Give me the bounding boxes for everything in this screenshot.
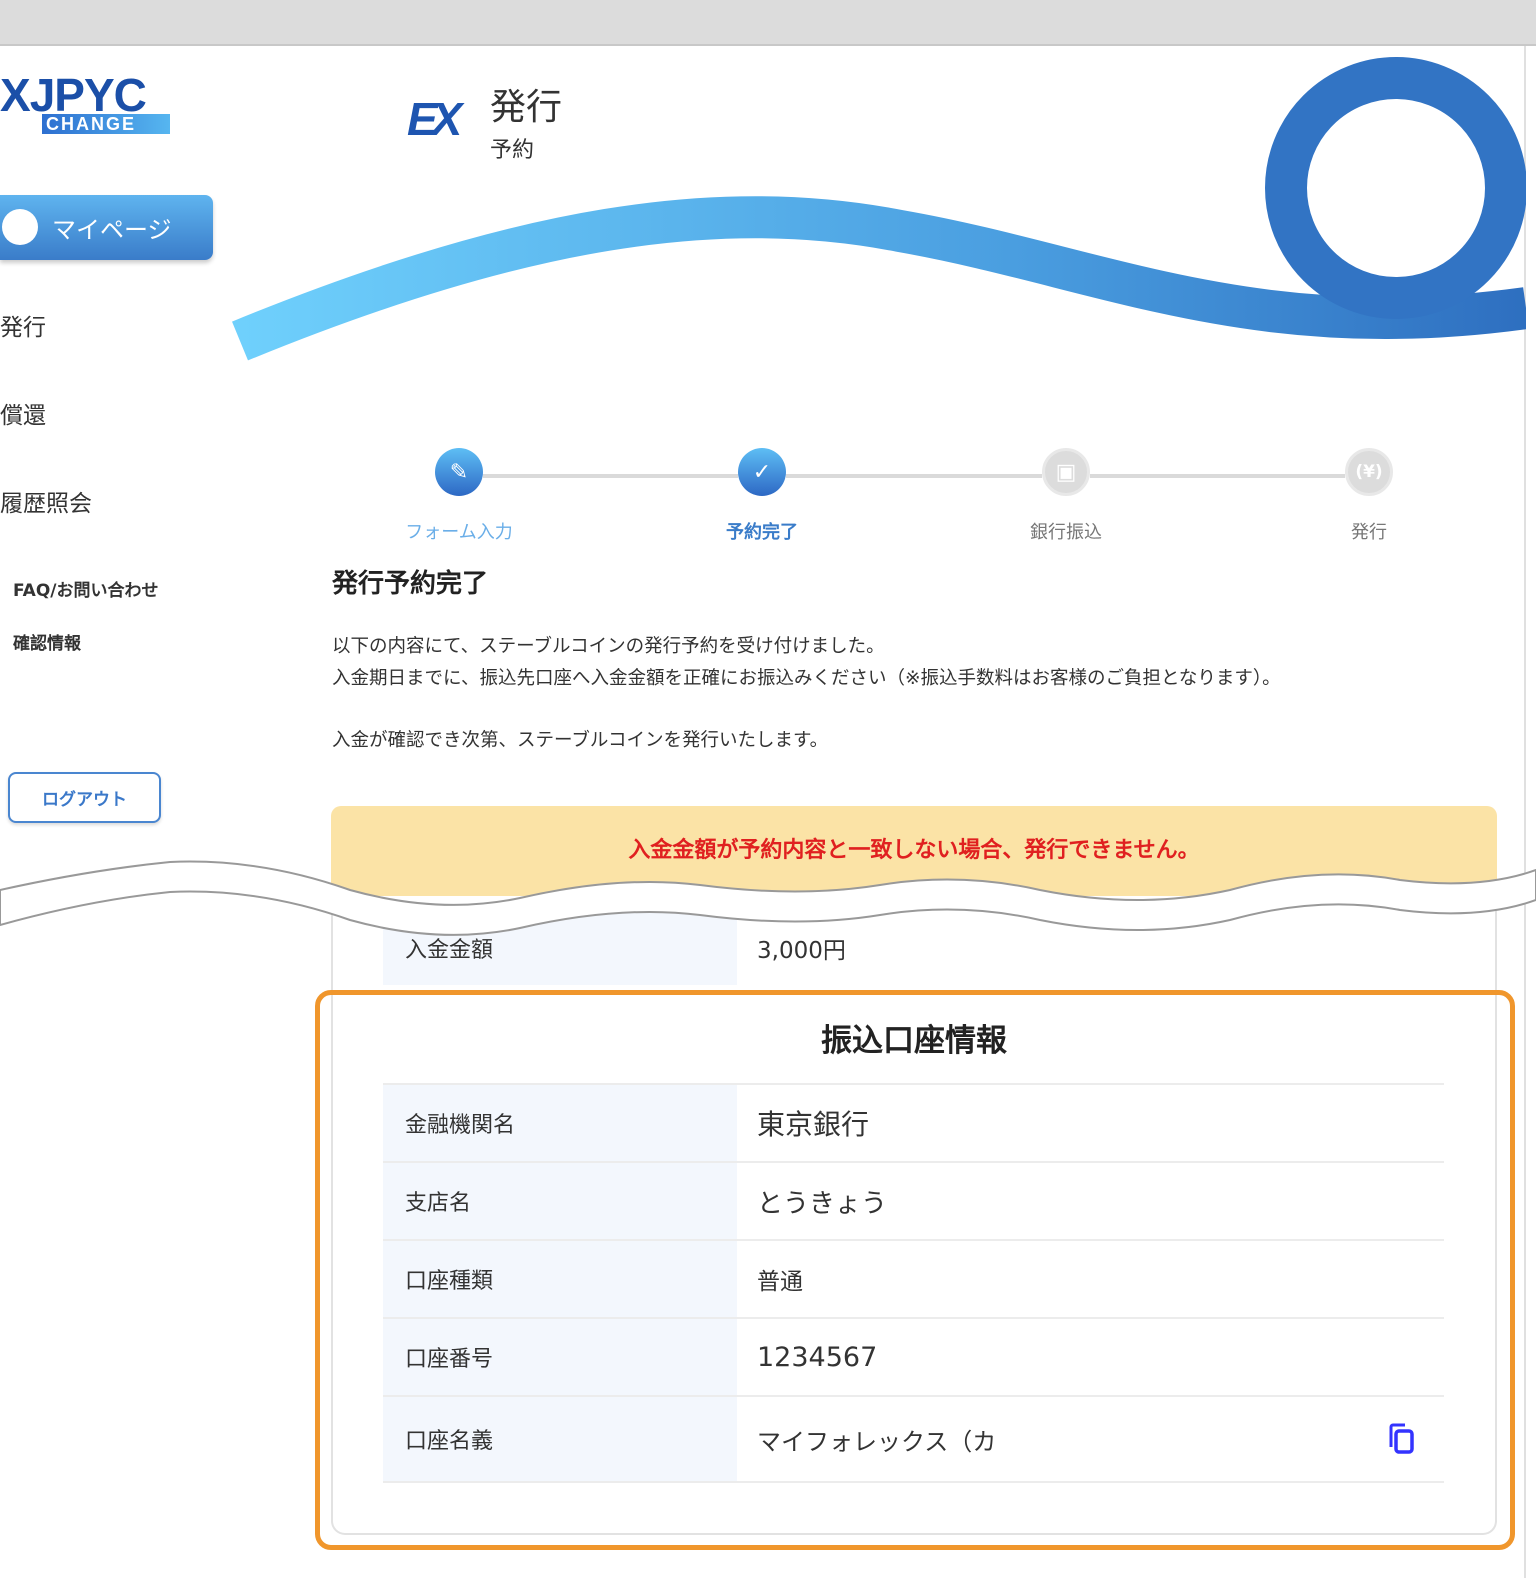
message-line: 入金が確認でき次第、ステーブルコインを発行いたします。 xyxy=(332,730,829,751)
step-label: フォーム入力 xyxy=(405,522,513,543)
yen-icon: (¥) xyxy=(1345,448,1393,496)
sidebar-item-history[interactable]: 履歴照会 xyxy=(0,484,92,518)
step-label: 銀行振込 xyxy=(1030,522,1102,543)
pencil-icon: ✎ xyxy=(435,448,483,496)
check-icon: ✓ xyxy=(738,448,786,496)
sidebar-link-faq[interactable]: FAQ/お問い合わせ xyxy=(13,576,158,601)
sidebar-link-confirm-info[interactable]: 確認情報 xyxy=(13,629,81,654)
torn-edge-divider xyxy=(0,860,1536,936)
section-title: 発行予約完了 xyxy=(332,569,489,599)
step-label: 発行 xyxy=(1351,522,1387,543)
step-label: 予約完了 xyxy=(726,522,798,543)
highlight-frame xyxy=(315,990,1515,1550)
bank-transfer-icon: ▣ xyxy=(1042,448,1090,496)
browser-top-bar xyxy=(0,0,1536,46)
message-line: 以下の内容にて、ステーブルコインの発行予約を受け付けました。 xyxy=(332,636,885,657)
logout-button[interactable]: ログアウト xyxy=(8,772,161,823)
message-line: 入金期日までに、振込先口座へ入金金額を正確にお振込みください（※振込手数料はお客… xyxy=(332,668,1281,689)
header-wave-decoration xyxy=(232,57,1526,361)
sidebar-item-redeem[interactable]: 償還 xyxy=(0,396,46,430)
